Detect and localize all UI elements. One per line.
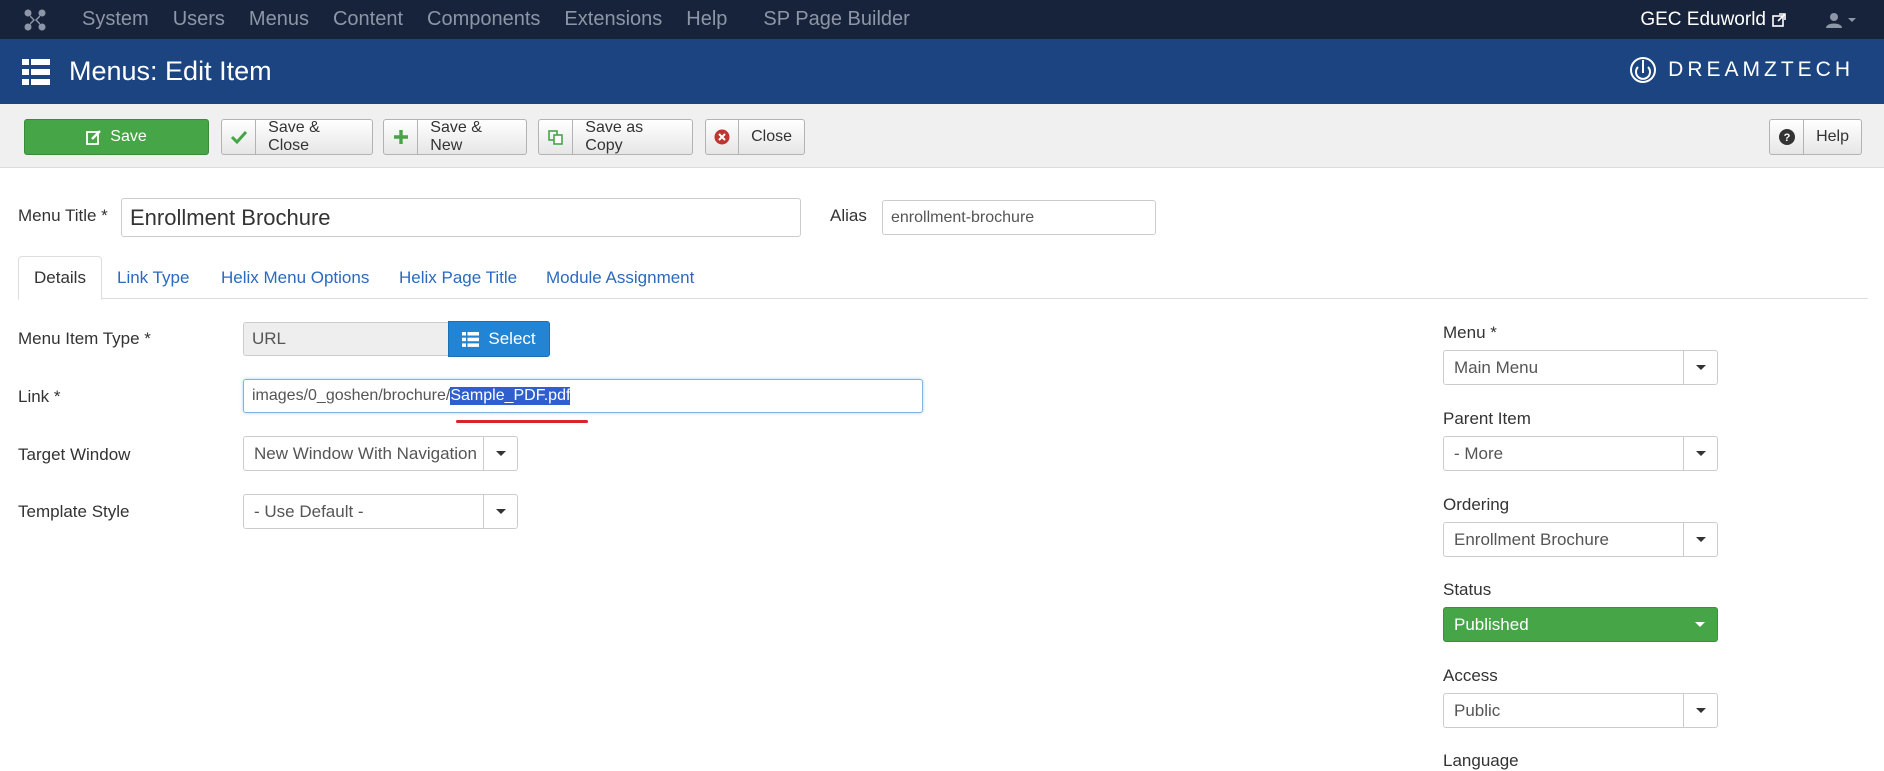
menu-item-type-label: Menu Item Type * [18,329,151,348]
save-as-copy-label: Save as Copy [585,119,644,154]
site-name: GEC Eduworld [1640,8,1766,30]
external-link-icon [1772,12,1786,27]
list-icon [462,331,480,347]
copy-icon [539,120,574,154]
plus-icon [384,120,419,154]
menu-value: Main Menu [1454,357,1539,377]
save-close-label: Save & Close [268,119,320,154]
tab-helix-page-title[interactable]: Helix Page Title [399,256,517,299]
topnav-content[interactable]: Content [321,8,415,31]
topnav-help[interactable]: Help [674,8,739,31]
chevron-down-icon [483,495,517,528]
template-style-label: Template Style [18,502,130,521]
user-icon [1826,12,1842,28]
tab-details[interactable]: Details [18,256,102,300]
parent-item-select[interactable]: - More [1443,436,1718,471]
caret-down-icon [1848,17,1856,22]
target-window-label: Target Window [18,445,131,464]
topnav-components[interactable]: Components [415,8,552,31]
chevron-down-icon [1683,437,1717,470]
tab-module-assignment[interactable]: Module Assignment [546,256,694,299]
link-label: Link * [18,387,61,406]
list-icon [22,58,50,85]
topnav-extensions[interactable]: Extensions [552,8,674,31]
chevron-down-icon [1683,351,1717,384]
parent-item-label: Parent Item [1443,409,1531,428]
annotation-underline [456,420,588,423]
menu-title-value: Enrollment Brochure [130,204,331,230]
access-select[interactable]: Public [1443,693,1718,728]
question-icon: ? [1770,120,1805,154]
alias-label: Alias [830,206,867,225]
link-prefix-text: images/0_goshen/brochure/ [252,387,451,404]
chevron-down-icon [1683,694,1717,727]
edit-icon [86,130,102,145]
save-new-button[interactable]: Save & New [383,119,527,155]
template-style-value: - Use Default - [254,501,364,521]
alias-value: enrollment-brochure [891,208,1035,226]
status-label: Status [1443,580,1492,599]
ordering-select[interactable]: Enrollment Brochure [1443,522,1718,557]
status-value: Published [1454,614,1529,634]
ordering-label: Ordering [1443,495,1510,514]
select-button-label: Select [488,329,536,348]
site-link[interactable]: GEC Eduworld [1640,9,1786,31]
alias-input[interactable]: enrollment-brochure [882,200,1156,235]
page-header: Menus: Edit Item DREAMZTECH [0,39,1884,104]
menu-label: Menu * [1443,323,1497,342]
topnav-system[interactable]: System [70,8,161,31]
top-navbar: System Users Menus Content Components Ex… [0,0,1884,39]
chevron-down-icon [483,437,517,470]
link-selected-text: Sample_PDF.pdf [450,387,571,405]
menu-item-type-value: URL [252,329,287,348]
save-new-label: Save & New [430,119,482,154]
save-as-copy-button[interactable]: Save as Copy [538,119,693,155]
select-type-button[interactable]: Select [448,321,550,357]
target-window-value: New Window With Navigation [254,443,477,463]
user-menu[interactable] [1826,12,1856,28]
tab-bar: Details Link Type Helix Menu Options Hel… [18,256,1868,300]
ordering-value: Enrollment Brochure [1454,529,1609,549]
check-icon [222,120,257,154]
brand-logo: DREAMZTECH [1628,55,1854,85]
tab-link-type[interactable]: Link Type [117,256,189,299]
menu-select[interactable]: Main Menu [1443,350,1718,385]
chevron-down-icon [1683,523,1717,556]
save-label: Save [110,128,147,145]
tab-helix-menu-options[interactable]: Helix Menu Options [221,256,369,299]
toolbar: Save Save & Close Save & New Save as Cop… [0,104,1884,168]
close-label: Close [751,128,792,145]
menu-title-input[interactable]: Enrollment Brochure [121,198,801,237]
help-button[interactable]: ? Help [1769,119,1862,155]
page-title: Menus: Edit Item [69,56,272,86]
menu-item-type-field: URL [243,322,449,356]
dreamztech-logo-icon [1630,57,1657,83]
chevron-down-icon [1683,608,1717,641]
access-value: Public [1454,700,1501,720]
access-label: Access [1443,666,1498,685]
topnav-users[interactable]: Users [161,8,237,31]
svg-text:?: ? [1783,132,1790,144]
topnav-menus[interactable]: Menus [237,8,321,31]
save-button[interactable]: Save [24,119,209,155]
joomla-logo-icon[interactable] [0,0,70,39]
brand-name: DREAMZTECH [1668,58,1854,81]
topnav-sp-page-builder[interactable]: SP Page Builder [751,8,921,31]
parent-item-value: - More [1454,443,1504,463]
template-style-select[interactable]: - Use Default - [243,494,518,529]
help-label: Help [1816,128,1849,145]
link-input[interactable]: images/0_goshen/brochure/Sample_PDF.pdf [243,379,923,413]
menu-title-label: Menu Title * [18,206,108,225]
language-label: Language [1443,751,1519,770]
target-window-select[interactable]: New Window With Navigation [243,436,518,471]
close-button[interactable]: Close [705,119,805,155]
status-select[interactable]: Published [1443,607,1718,642]
close-circle-icon [706,120,740,154]
save-close-button[interactable]: Save & Close [221,119,373,155]
